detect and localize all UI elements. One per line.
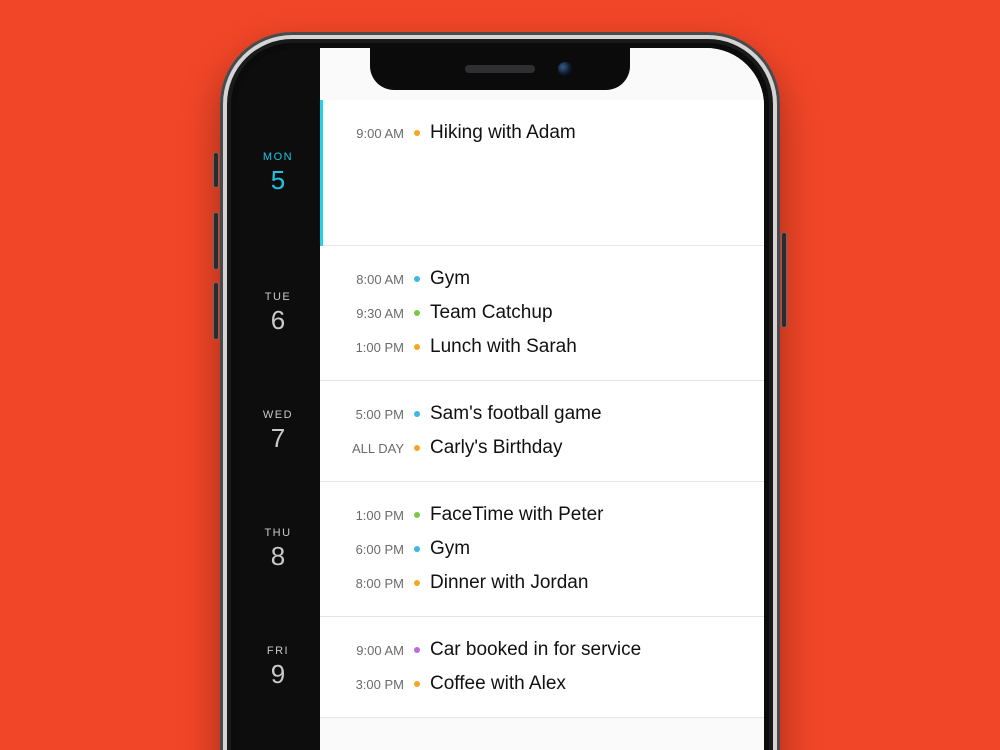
event-item[interactable]: 9:00 AM Car booked in for service xyxy=(336,639,744,661)
active-day-indicator xyxy=(320,100,323,246)
event-title: Gym xyxy=(430,268,470,290)
event-title: Carly's Birthday xyxy=(430,437,562,459)
event-title: Coffee with Alex xyxy=(430,673,566,695)
day-side[interactable]: MON 5 xyxy=(236,100,320,246)
events-cell: 5:00 PM Sam's football game ALL DAY Carly's… xyxy=(320,381,764,482)
events-cell: 9:00 AM Car booked in for service 3:00 PM C… xyxy=(320,617,764,718)
calendar-dot-icon xyxy=(414,130,420,136)
calendar-dot-icon xyxy=(414,310,420,316)
event-time: 9:00 AM xyxy=(336,126,404,141)
day-number: 6 xyxy=(271,305,285,336)
day-row[interactable]: FRI99:00 AMCar booked in for service3:00… xyxy=(320,617,764,718)
event-item[interactable]: 5:00 PM Sam's football game xyxy=(336,403,744,425)
speaker-grille-icon xyxy=(465,65,535,73)
event-time: 5:00 PM xyxy=(336,407,404,422)
event-time: 9:30 AM xyxy=(336,306,404,321)
event-time: 1:00 PM xyxy=(336,340,404,355)
day-of-week: WED xyxy=(263,409,293,421)
event-title: Sam's football game xyxy=(430,403,602,425)
event-title: FaceTime with Peter xyxy=(430,504,604,526)
events-cell: 9:00 AM Hiking with Adam xyxy=(320,100,764,246)
day-number: 9 xyxy=(271,659,285,690)
day-of-week: TUE xyxy=(265,291,292,303)
day-side[interactable]: FRI 9 xyxy=(236,617,320,718)
event-item[interactable]: 1:00 PM Lunch with Sarah xyxy=(336,336,744,358)
event-item[interactable]: 9:00 AM Hiking with Adam xyxy=(336,122,744,144)
event-item[interactable]: ALL DAY Carly's Birthday xyxy=(336,437,744,459)
day-side[interactable]: WED 7 xyxy=(236,381,320,482)
front-camera-icon xyxy=(558,62,572,76)
calendar-dot-icon xyxy=(414,647,420,653)
event-time: 9:00 AM xyxy=(336,643,404,658)
event-title: Car booked in for service xyxy=(430,639,641,661)
day-row[interactable]: TUE68:00 AMGym9:30 AMTeam Catchup1:00 PM… xyxy=(320,246,764,381)
agenda-content[interactable]: MON59:00 AMHiking with AdamTUE68:00 AMGy… xyxy=(320,48,764,750)
volume-up-button[interactable] xyxy=(213,212,219,270)
calendar-dot-icon xyxy=(414,546,420,552)
event-item[interactable]: 1:00 PM FaceTime with Peter xyxy=(336,504,744,526)
mute-switch[interactable] xyxy=(213,152,219,188)
screen: FEBRUARY 2018 MON59:00 AMHiking with Ada… xyxy=(236,48,764,750)
power-button[interactable] xyxy=(781,232,787,328)
event-time: ALL DAY xyxy=(336,441,404,456)
event-item[interactable]: 9:30 AM Team Catchup xyxy=(336,302,744,324)
notch xyxy=(370,48,630,90)
day-row[interactable]: WED75:00 PMSam's football gameALL DAYCar… xyxy=(320,381,764,482)
day-side[interactable]: THU 8 xyxy=(236,482,320,617)
day-row[interactable]: MON59:00 AMHiking with Adam xyxy=(320,100,764,246)
event-title: Dinner with Jordan xyxy=(430,572,588,594)
event-item[interactable]: 8:00 PM Dinner with Jordan xyxy=(336,572,744,594)
event-title: Gym xyxy=(430,538,470,560)
volume-down-button[interactable] xyxy=(213,282,219,340)
calendar-dot-icon xyxy=(414,411,420,417)
calendar-dot-icon xyxy=(414,276,420,282)
calendar-dot-icon xyxy=(414,445,420,451)
day-row[interactable]: THU81:00 PMFaceTime with Peter6:00 PMGym… xyxy=(320,482,764,617)
calendar-dot-icon xyxy=(414,512,420,518)
event-item[interactable]: 3:00 PM Coffee with Alex xyxy=(336,673,744,695)
calendar-dot-icon xyxy=(414,344,420,350)
day-number: 8 xyxy=(271,541,285,572)
day-of-week: FRI xyxy=(267,645,289,657)
day-number: 7 xyxy=(271,423,285,454)
calendar-dot-icon xyxy=(414,681,420,687)
event-title: Hiking with Adam xyxy=(430,122,576,144)
event-time: 3:00 PM xyxy=(336,677,404,692)
phone-frame: FEBRUARY 2018 MON59:00 AMHiking with Ada… xyxy=(220,32,780,750)
day-side[interactable]: TUE 6 xyxy=(236,246,320,381)
event-title: Team Catchup xyxy=(430,302,553,324)
events-cell: 1:00 PM FaceTime with Peter 6:00 PM Gym 8:00… xyxy=(320,482,764,617)
calendar-dot-icon xyxy=(414,580,420,586)
event-time: 1:00 PM xyxy=(336,508,404,523)
event-time: 6:00 PM xyxy=(336,542,404,557)
event-time: 8:00 PM xyxy=(336,576,404,591)
event-item[interactable]: 6:00 PM Gym xyxy=(336,538,744,560)
events-cell: 8:00 AM Gym 9:30 AM Team Catchup 1:00 PM Lunc… xyxy=(320,246,764,381)
event-time: 8:00 AM xyxy=(336,272,404,287)
day-of-week: MON xyxy=(263,151,293,163)
day-of-week: THU xyxy=(264,527,291,539)
event-title: Lunch with Sarah xyxy=(430,336,577,358)
day-number: 5 xyxy=(271,165,285,196)
event-item[interactable]: 8:00 AM Gym xyxy=(336,268,744,290)
